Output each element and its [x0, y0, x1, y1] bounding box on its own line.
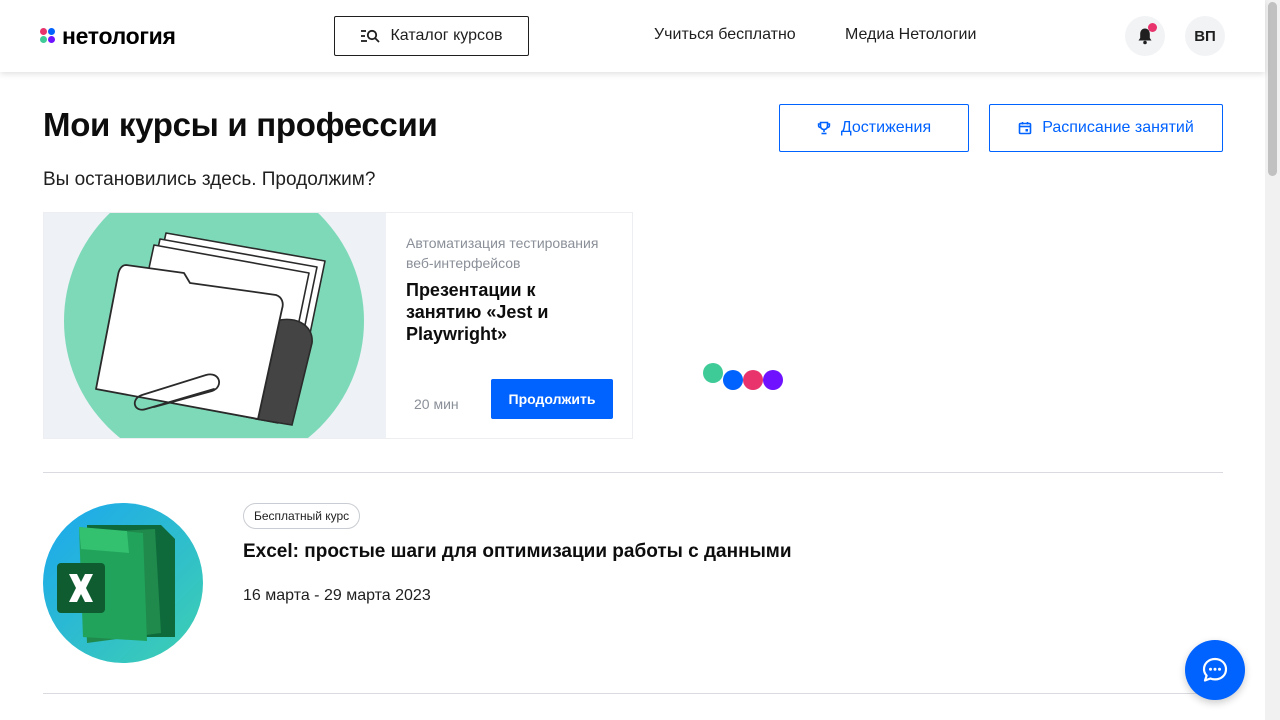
- logo-text: нетология: [62, 22, 176, 49]
- section-divider: [43, 472, 1223, 473]
- netology-logo[interactable]: нетология: [40, 22, 176, 50]
- logo-dots-icon: [40, 28, 56, 44]
- loader-dot: [723, 370, 743, 390]
- free-course-badge: Бесплатный курс: [243, 503, 361, 529]
- course-dates: 16 марта - 29 марта 2023: [243, 587, 431, 604]
- lesson-illustration: [44, 213, 386, 438]
- nav-media[interactable]: Медиа Нетологии: [845, 26, 976, 44]
- continue-button[interactable]: Продолжить: [491, 379, 613, 419]
- section-divider: [43, 693, 1223, 694]
- chat-bubble-icon: [1202, 657, 1228, 682]
- page-scrollbar[interactable]: [1265, 0, 1280, 720]
- nav-learn-free[interactable]: Учиться бесплатно: [654, 26, 796, 44]
- loader-dot: [703, 363, 723, 383]
- trophy-icon: [817, 121, 831, 135]
- catalog-button[interactable]: Каталог курсов: [334, 16, 529, 56]
- loader-dot: [743, 370, 763, 390]
- top-header: нетология Каталог курсов Учиться бесплат…: [0, 0, 1265, 72]
- course-title[interactable]: Excel: простые шаги для оптимизации рабо…: [243, 541, 792, 563]
- course-list-item[interactable]: Бесплатный курс Excel: простые шаги для …: [43, 503, 1223, 663]
- loading-indicator: [703, 363, 785, 391]
- lesson-title[interactable]: Презентации к занятию «Jest и Playwright…: [406, 279, 606, 345]
- lesson-course-name: Автоматизация тестирования веб-интерфейс…: [406, 235, 599, 271]
- user-avatar[interactable]: ВП: [1185, 16, 1225, 56]
- achievements-button[interactable]: Достижения: [779, 104, 969, 152]
- scrollbar-thumb[interactable]: [1268, 2, 1277, 176]
- achievements-label: Достижения: [840, 119, 932, 136]
- resume-prompt: Вы остановились здесь. Продолжим?: [43, 169, 376, 190]
- catalog-search-icon: [361, 29, 381, 43]
- lesson-duration: 20 мин: [414, 396, 459, 412]
- notifications-button[interactable]: [1125, 16, 1165, 56]
- course-thumbnail: [43, 503, 203, 663]
- excel-logo-icon: [43, 503, 203, 663]
- calendar-icon: [1018, 122, 1032, 135]
- loader-dot: [763, 370, 783, 390]
- schedule-button[interactable]: Расписание занятий: [989, 104, 1223, 152]
- page-title: Мои курсы и профессии: [43, 106, 438, 143]
- schedule-label: Расписание занятий: [1042, 119, 1194, 136]
- support-chat-button[interactable]: [1185, 640, 1245, 700]
- catalog-button-label: Каталог курсов: [390, 27, 503, 44]
- continue-lesson-card[interactable]: Автоматизация тестирования веб-интерфейс…: [43, 212, 633, 439]
- notification-dot: [1148, 23, 1157, 32]
